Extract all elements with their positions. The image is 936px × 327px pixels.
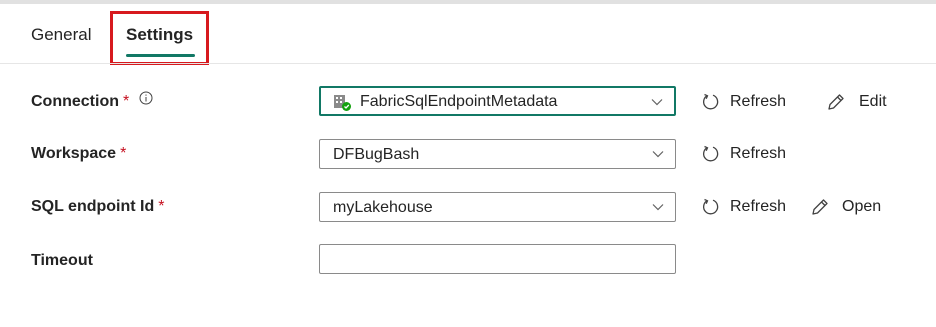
pencil-icon (812, 199, 828, 215)
workspace-label-text: Workspace (31, 145, 117, 162)
connection-value: FabricSqlEndpointMetadata (360, 93, 558, 110)
sql-endpoint-select[interactable]: myLakehouse (319, 192, 676, 222)
tab-divider (0, 63, 936, 64)
required-mark: * (120, 145, 127, 162)
tab-highlight-box (110, 11, 209, 65)
refresh-icon (703, 145, 719, 162)
sql-endpoint-label: SQL endpoint Id * (31, 197, 164, 217)
required-mark: * (158, 198, 165, 215)
refresh-icon (703, 198, 719, 215)
refresh-label: Refresh (730, 93, 787, 110)
chevron-down-icon (652, 204, 664, 211)
refresh-label: Refresh (730, 198, 787, 215)
edit-label: Edit (859, 93, 887, 110)
timeout-label-text: Timeout (31, 252, 93, 269)
open-label: Open (842, 198, 882, 215)
refresh-label: Refresh (730, 145, 787, 162)
chevron-down-icon (651, 99, 663, 106)
required-mark: * (123, 93, 130, 110)
workspace-value: DFBugBash (333, 146, 420, 163)
tab-general[interactable]: General (31, 24, 91, 46)
connection-select[interactable]: FabricSqlEndpointMetadata (319, 86, 676, 116)
workspace-label: Workspace * (31, 144, 126, 164)
refresh-icon (703, 93, 719, 110)
connection-icon (334, 95, 351, 111)
connection-label-text: Connection (31, 93, 119, 110)
timeout-label: Timeout (31, 251, 93, 271)
top-border (0, 0, 936, 4)
info-icon[interactable] (139, 91, 153, 105)
connection-label: Connection * (31, 92, 129, 112)
sql-endpoint-label-text: SQL endpoint Id (31, 198, 155, 215)
pencil-icon (828, 94, 844, 110)
chevron-down-icon (652, 151, 664, 158)
sql-endpoint-value: myLakehouse (333, 199, 433, 216)
timeout-input[interactable] (319, 244, 676, 274)
workspace-select[interactable]: DFBugBash (319, 139, 676, 169)
